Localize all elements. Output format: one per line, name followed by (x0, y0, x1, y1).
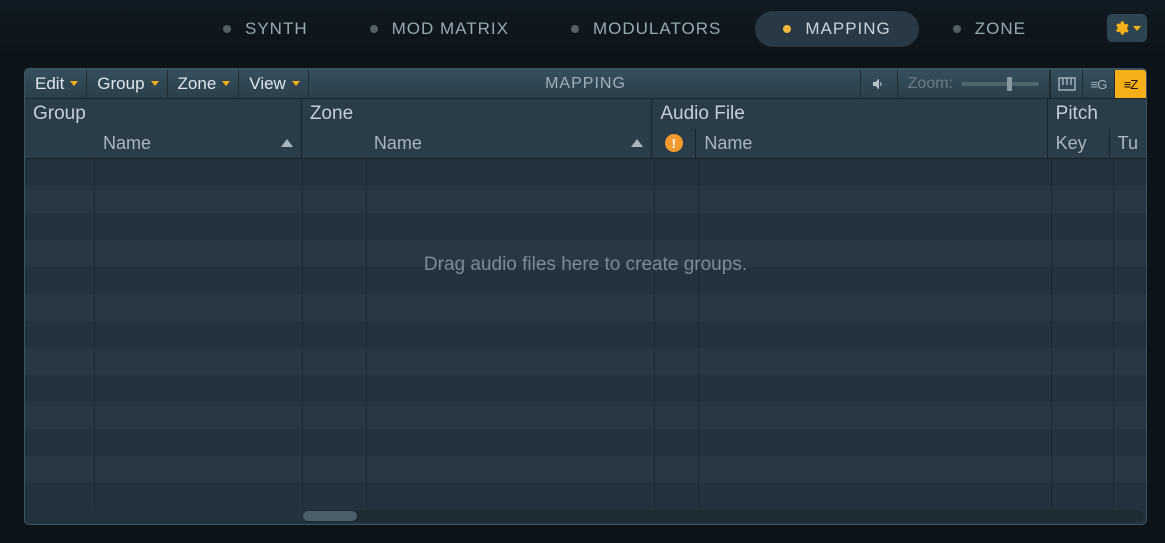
col-pitch-key[interactable]: Key (1048, 129, 1110, 158)
view-zone-list-button[interactable]: ≡Z (1114, 70, 1146, 98)
col-pitch-tune[interactable]: Tu (1110, 129, 1146, 158)
tab-mod-matrix[interactable]: MOD MATRIX (342, 11, 537, 47)
tab-label: MOD MATRIX (392, 19, 509, 39)
audition-button[interactable] (860, 70, 898, 98)
view-keymap-button[interactable] (1050, 70, 1082, 98)
keymap-icon (1058, 77, 1076, 91)
col-audio-name[interactable]: Name (696, 129, 1046, 158)
tab-dot-icon (953, 25, 961, 33)
chevron-down-icon (222, 81, 230, 86)
col-sub-label: Name (103, 133, 151, 154)
speaker-icon (870, 76, 888, 92)
tab-synth[interactable]: SYNTH (195, 11, 336, 47)
col-header-audio: Audio File (652, 99, 1046, 129)
menu-label: Edit (35, 74, 64, 94)
col-header-pitch: Pitch (1048, 99, 1146, 129)
sort-ascending-icon (631, 139, 643, 147)
col-header-zone: Zone (302, 99, 652, 129)
tab-dot-icon (783, 25, 791, 33)
tab-dot-icon (223, 25, 231, 33)
menu-edit[interactable]: Edit (25, 70, 87, 98)
col-sub-label: Key (1056, 133, 1087, 154)
warning-icon: ! (665, 134, 683, 152)
scrollbar-thumb[interactable] (303, 511, 357, 521)
mapping-table-body[interactable]: Drag audio files here to create groups. (25, 159, 1146, 508)
zone-list-icon: ≡Z (1124, 77, 1138, 92)
col-zone-name[interactable]: Name (366, 129, 652, 158)
tab-label: SYNTH (245, 19, 308, 39)
zoom-control: Zoom: (898, 70, 1050, 98)
col-audio-warn[interactable]: ! (652, 129, 696, 158)
mapping-toolbar: Edit Group Zone View MAPPING Zoom: (25, 69, 1146, 99)
menu-label: View (249, 74, 286, 94)
col-pitch: Pitch Key Tu (1048, 99, 1146, 158)
zoom-label: Zoom: (908, 75, 953, 93)
tab-modulators[interactable]: MODULATORS (543, 11, 749, 47)
chevron-down-icon (70, 81, 78, 86)
col-group: Group Name (25, 99, 302, 158)
column-headers: Group Name Zone Name Audio File (25, 99, 1146, 159)
toolbar-right: Zoom: ≡G ≡Z (860, 69, 1146, 99)
tab-zone[interactable]: ZONE (925, 11, 1054, 47)
tab-dot-icon (370, 25, 378, 33)
gear-icon (1113, 20, 1129, 36)
group-list-icon: ≡G (1091, 77, 1107, 92)
tab-label: MAPPING (805, 19, 890, 39)
tab-dot-icon (571, 25, 579, 33)
col-group-name[interactable]: Name (95, 129, 301, 158)
view-group-list-button[interactable]: ≡G (1082, 70, 1114, 98)
col-sub-label: Name (374, 133, 422, 154)
col-audio-file: Audio File ! Name (652, 99, 1047, 158)
sort-ascending-icon (281, 139, 293, 147)
tab-label: MODULATORS (593, 19, 721, 39)
col-zone: Zone Name (302, 99, 653, 158)
chevron-down-icon (292, 81, 300, 86)
zoom-slider-handle[interactable] (1007, 77, 1012, 91)
horizontal-scrollbar[interactable] (303, 510, 1144, 522)
col-sub-label: Name (704, 133, 752, 154)
col-sub-label: Tu (1118, 133, 1138, 154)
menu-view[interactable]: View (239, 70, 309, 98)
mapping-panel: Edit Group Zone View MAPPING Zoom: (24, 68, 1147, 525)
col-header-group: Group (25, 99, 301, 129)
menu-group[interactable]: Group (87, 70, 167, 98)
tab-mapping[interactable]: MAPPING (755, 11, 918, 47)
grid-lines (25, 159, 1146, 508)
menu-label: Zone (178, 74, 217, 94)
chevron-down-icon (1133, 26, 1141, 31)
menu-zone[interactable]: Zone (168, 70, 240, 98)
section-tabs: SYNTH MOD MATRIX MODULATORS MAPPING ZONE (0, 0, 1165, 58)
chevron-down-icon (151, 81, 159, 86)
zoom-slider[interactable] (961, 82, 1039, 86)
tab-label: ZONE (975, 19, 1026, 39)
menu-label: Group (97, 74, 144, 94)
settings-button[interactable] (1107, 14, 1147, 42)
